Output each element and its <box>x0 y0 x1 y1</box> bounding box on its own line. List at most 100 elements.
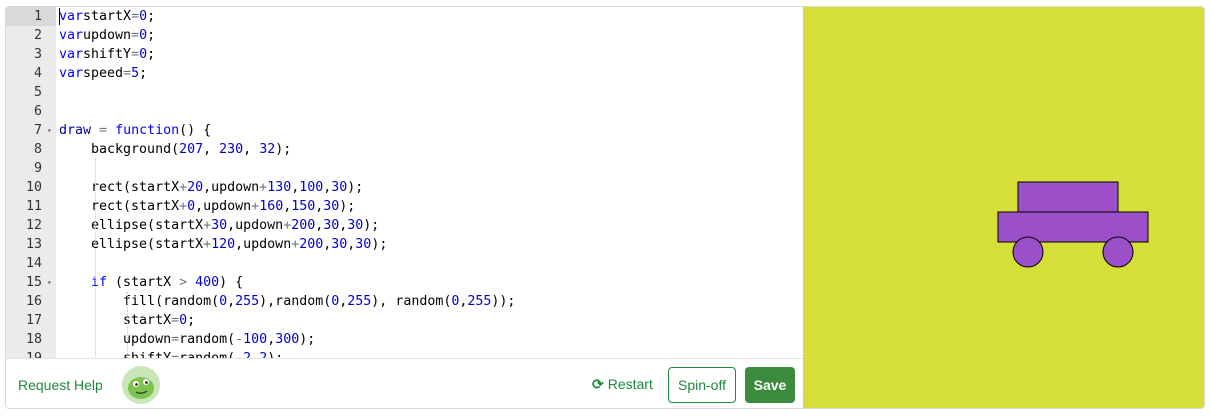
avatar[interactable] <box>122 366 160 404</box>
restart-label: Restart <box>607 376 653 392</box>
code-line[interactable]: 10 rect(startX+20,updown+130,100,30); <box>6 178 803 197</box>
code-token: 400 <box>195 275 220 290</box>
refresh-icon: ⟳ <box>592 376 604 392</box>
text-cursor <box>59 8 60 25</box>
line-number-cell: 4 <box>6 64 56 83</box>
fold-chevron-down-icon[interactable]: ▾ <box>47 273 52 292</box>
fold-chevron-down-icon[interactable]: ▾ <box>47 121 52 140</box>
code-token: , <box>267 332 276 347</box>
request-help-link[interactable]: Request Help <box>18 377 103 393</box>
spin-off-button[interactable]: Spin-off <box>668 367 736 403</box>
code-token: 200 <box>299 237 324 252</box>
line-number-cell: 3 <box>6 45 56 64</box>
code-token: ; <box>147 47 156 62</box>
code-token: , <box>203 142 220 157</box>
code-token: random( <box>179 332 236 347</box>
code-token: = <box>99 123 108 138</box>
code-token: 0 <box>179 313 188 328</box>
line-number: 15 <box>25 275 42 290</box>
code-token: 30 <box>323 199 340 214</box>
line-number: 11 <box>25 199 42 214</box>
line-number: 14 <box>25 256 42 271</box>
code-line[interactable]: 17 startX=0; <box>6 311 803 330</box>
code-token: var <box>59 66 84 81</box>
save-button[interactable]: Save <box>745 367 795 403</box>
code-token: , <box>251 351 259 358</box>
code-line[interactable]: 15 ▾ if (startX > 400) { <box>6 273 803 292</box>
code-line[interactable]: 8 background(207, 230, 32); <box>6 140 803 159</box>
line-number: 13 <box>25 237 42 252</box>
code-text: varspeed=5; <box>59 64 147 83</box>
line-number: 4 <box>33 66 42 81</box>
code-line[interactable]: 18 updown=random(-100,300); <box>6 330 803 349</box>
line-number-cell: 11 <box>6 197 56 216</box>
code-line[interactable]: 12 ellipse(startX+30,updown+200,30,30); <box>6 216 803 235</box>
car-wheel-front <box>1012 236 1044 268</box>
code-line[interactable]: 9 <box>6 159 803 178</box>
line-number-cell: 9 <box>6 159 56 178</box>
line-number-cell: 12 <box>6 216 56 235</box>
code-token: 255 <box>347 294 372 309</box>
line-number: 16 <box>25 294 42 309</box>
code-line[interactable]: 1 varstartX=0; <box>6 7 803 26</box>
indent-guide <box>127 292 128 358</box>
code-line[interactable]: 19 shiftY=random(-2,2); <box>6 349 803 358</box>
line-number: 1 <box>33 9 42 24</box>
code-text: shiftY=random(-2,2); <box>59 349 283 358</box>
line-number-cell: 10 <box>6 178 56 197</box>
code-line[interactable]: 16 fill(random(0,255),random(0,255), ran… <box>6 292 803 311</box>
indent-guide <box>95 159 96 358</box>
code-token: fill(random( <box>59 294 220 309</box>
code-token: 0 <box>219 294 228 309</box>
code-token: () { <box>179 123 212 138</box>
code-token: ,updown <box>227 218 284 233</box>
code-line[interactable]: 14 <box>6 254 803 273</box>
code-line[interactable]: 11 rect(startX+0,updown+160,150,30); <box>6 197 803 216</box>
code-token: , <box>227 294 236 309</box>
line-number-cell: 5 <box>6 83 56 102</box>
code-line[interactable]: 6 <box>6 102 803 121</box>
code-line[interactable]: 2 varupdown=0; <box>6 26 803 45</box>
output-canvas[interactable] <box>803 7 1204 408</box>
code-token: = <box>171 351 179 358</box>
code-token: 120 <box>211 237 236 252</box>
line-number: 7 <box>33 123 42 138</box>
code-token: = <box>131 9 140 24</box>
code-text: rect(startX+20,updown+130,100,30); <box>59 178 363 197</box>
code-token: var <box>59 47 84 62</box>
code-token: ); <box>363 218 380 233</box>
line-number: 8 <box>33 142 42 157</box>
code-token: rect(startX <box>59 199 180 214</box>
code-text: varupdown=0; <box>59 26 155 45</box>
line-number-cell: 6 <box>6 102 56 121</box>
code-token: ,updown <box>235 237 292 252</box>
code-token: ; <box>147 28 156 43</box>
line-number-cell: 19 <box>6 349 56 358</box>
code-line[interactable]: 5 <box>6 83 803 102</box>
code-line[interactable]: 7 ▾ draw = function() { <box>6 121 803 140</box>
code-line[interactable]: 3 varshiftY=0; <box>6 45 803 64</box>
code-token: ,updown <box>203 180 260 195</box>
restart-button[interactable]: ⟳ Restart <box>592 376 653 393</box>
code-token: (startX <box>107 275 180 290</box>
code-text: updown=random(-100,300); <box>59 330 315 349</box>
code-token: 30 <box>211 218 228 233</box>
line-number: 19 <box>26 349 42 358</box>
line-number-cell: 16 <box>6 292 56 311</box>
code-token: startX <box>83 9 132 24</box>
code-token: 30 <box>355 237 372 252</box>
code-token: + <box>251 199 260 214</box>
code-token: 207 <box>179 142 204 157</box>
code-token: ,updown <box>195 199 252 214</box>
code-token: 0 <box>187 199 196 214</box>
code-editor[interactable]: 1 varstartX=0; 2 varupdown=0; 3 varshiftY=0; 4… <box>6 7 803 358</box>
code-token: 255 <box>467 294 492 309</box>
code-token: ); <box>371 237 388 252</box>
code-line[interactable]: 4 varspeed=5; <box>6 64 803 83</box>
code-token: 0 <box>139 28 148 43</box>
green-blob-avatar-icon <box>122 366 160 404</box>
code-token: var <box>59 28 84 43</box>
code-line[interactable]: 13 ellipse(startX+120,updown+200,30,30); <box>6 235 803 254</box>
